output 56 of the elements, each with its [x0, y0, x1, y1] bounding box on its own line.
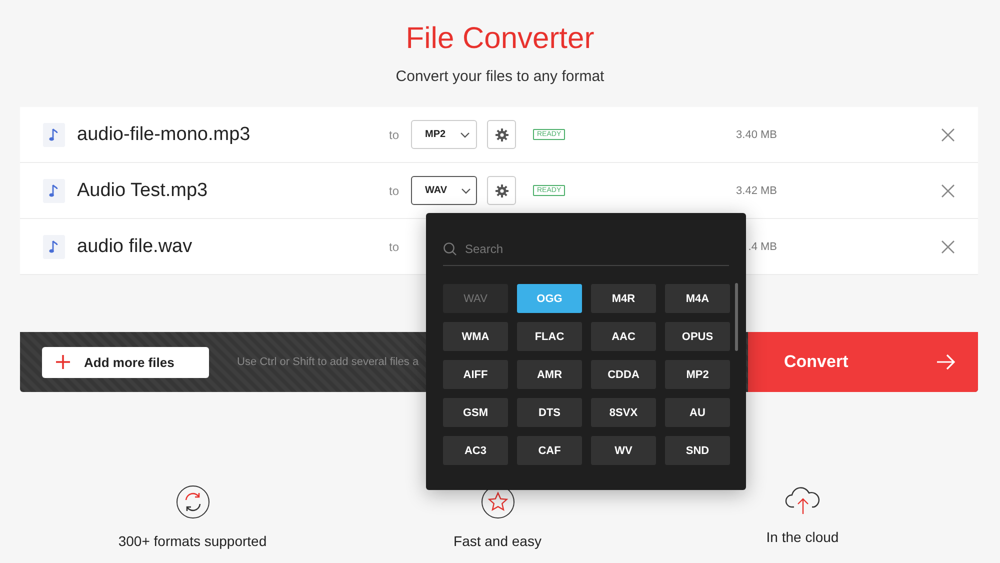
- format-option[interactable]: WMA: [443, 322, 508, 351]
- format-dropdown[interactable]: MP2: [411, 120, 477, 149]
- close-icon[interactable]: [941, 128, 955, 142]
- page-title: File Converter: [406, 21, 594, 57]
- format-dropdown[interactable]: WAV: [411, 176, 477, 205]
- gear-icon: [494, 128, 508, 142]
- close-icon[interactable]: [941, 240, 955, 254]
- format-option[interactable]: AMR: [517, 360, 582, 389]
- format-option[interactable]: 8SVX: [591, 398, 656, 427]
- feature-label: 300+ formats supported: [118, 533, 267, 549]
- music-note-icon: [43, 234, 65, 258]
- feature-label: In the cloud: [766, 529, 839, 545]
- format-option[interactable]: AC3: [443, 436, 508, 465]
- file-size: 3.42 MB: [735, 184, 777, 196]
- format-option[interactable]: DTS: [517, 398, 582, 427]
- search-icon: [443, 242, 457, 256]
- search-input[interactable]: Search: [463, 241, 667, 257]
- refresh-icon: [176, 485, 210, 519]
- add-files-button[interactable]: Add more files: [42, 346, 209, 378]
- format-option[interactable]: MP2: [665, 360, 730, 389]
- caret-icon: [460, 132, 470, 138]
- file-size: .4 MB: [747, 240, 777, 252]
- arrow-right-icon: [936, 354, 956, 370]
- format-option[interactable]: CAF: [517, 436, 582, 465]
- format-option[interactable]: WV: [591, 436, 656, 465]
- file-size: 3.40 MB: [735, 128, 777, 140]
- file-name: audio file.wav: [77, 236, 194, 258]
- format-option[interactable]: FLAC: [517, 322, 582, 351]
- hint-text: Use Ctrl or Shift to add several files a: [237, 356, 419, 368]
- gear-icon: [494, 184, 508, 198]
- format-option[interactable]: M4A: [665, 284, 730, 313]
- format-option[interactable]: AU: [665, 398, 730, 427]
- to-label: to: [389, 240, 400, 254]
- close-icon[interactable]: [941, 184, 955, 198]
- format-option[interactable]: M4R: [591, 284, 656, 313]
- to-label: to: [389, 184, 400, 198]
- settings-button[interactable]: [487, 176, 516, 205]
- cloud-upload-icon: [784, 485, 822, 515]
- format-option[interactable]: CDDA: [591, 360, 656, 389]
- file-name: Audio Test.mp3: [77, 180, 209, 202]
- feature-label: Fast and easy: [454, 533, 542, 549]
- format-option[interactable]: GSM: [443, 398, 508, 427]
- format-option[interactable]: OPUS: [665, 322, 730, 351]
- format-option[interactable]: AAC: [591, 322, 656, 351]
- format-option[interactable]: SND: [665, 436, 730, 465]
- music-note-icon: [43, 178, 65, 202]
- convert-button[interactable]: Convert: [748, 332, 978, 392]
- music-note-icon: [43, 122, 65, 146]
- to-label: to: [389, 128, 400, 142]
- scrollbar[interactable]: [735, 283, 738, 351]
- page-subtitle: Convert your files to any format: [396, 67, 604, 87]
- file-name: audio-file-mono.mp3: [77, 124, 252, 146]
- plus-icon: [56, 355, 70, 369]
- settings-button[interactable]: [487, 120, 516, 149]
- format-option[interactable]: AIFF: [443, 360, 508, 389]
- caret-icon: [461, 188, 472, 194]
